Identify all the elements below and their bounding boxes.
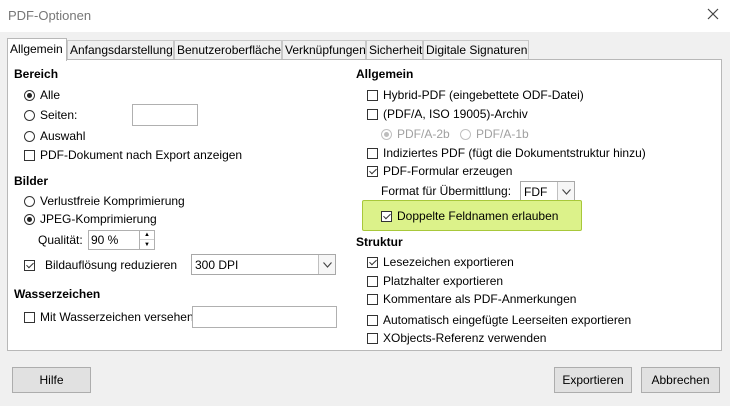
chevron-down-icon[interactable]: [557, 182, 574, 201]
section-bereich-heading: Bereich: [14, 67, 59, 81]
format-value: FDF: [524, 185, 548, 199]
checkbox-indicator[interactable]: [367, 332, 378, 344]
qualitaet-value[interactable]: 90 %: [91, 233, 118, 247]
radio-alle[interactable]: Alle: [24, 87, 60, 103]
section-bilder-heading: Bilder: [14, 174, 49, 188]
wasserzeichen-input[interactable]: [192, 306, 337, 328]
spin-up-icon[interactable]: ▲: [140, 231, 154, 240]
qualitaet-label: Qualität:: [38, 233, 83, 247]
checkbox-indicator[interactable]: [24, 259, 35, 271]
checkbox-platzhalter[interactable]: Platzhalter exportieren: [367, 273, 503, 289]
radio-auswahl[interactable]: Auswahl: [24, 128, 85, 144]
checkbox-indicator[interactable]: [24, 149, 35, 161]
radio-indicator[interactable]: [24, 130, 35, 142]
checkbox-doppelte-feldnamen[interactable]: Doppelte Feldnamen erlauben: [381, 208, 558, 224]
spin-down-icon[interactable]: ▼: [140, 240, 154, 249]
checkbox-indiziertes-pdf[interactable]: Indiziertes PDF (fügt die Dokumentstrukt…: [367, 145, 646, 161]
checkbox-indicator[interactable]: [367, 147, 378, 159]
tab-benutzeroberflaeche[interactable]: Benutzeroberfläche: [174, 40, 282, 60]
section-allgemein-heading: Allgemein: [356, 67, 414, 81]
seiten-input[interactable]: [132, 104, 198, 126]
checkbox-hybrid-pdf[interactable]: Hybrid-PDF (eingebettete ODF-Datei): [367, 87, 584, 103]
checkbox-bildaufloesung-label: Bildauflösung reduzieren: [45, 258, 178, 272]
radio-indicator[interactable]: [460, 128, 471, 140]
checkbox-wasserzeichen-label: Mit Wasserzeichen versehen: [40, 310, 194, 324]
checkbox-indicator[interactable]: [24, 311, 35, 323]
radio-verlustfrei-label: Verlustfreie Komprimierung: [40, 194, 185, 208]
radio-seiten[interactable]: Seiten:: [24, 107, 77, 123]
radio-indicator[interactable]: [381, 128, 392, 140]
checkbox-pdf-formular-label: PDF-Formular erzeugen: [383, 164, 513, 178]
checkbox-indicator[interactable]: [367, 293, 378, 305]
tab-verknuepfungen[interactable]: Verknüpfungen: [282, 40, 366, 60]
radio-indicator[interactable]: [24, 213, 35, 225]
checkbox-indicator[interactable]: [367, 89, 378, 101]
checkbox-lesezeichen[interactable]: Lesezeichen exportieren: [367, 254, 514, 270]
radio-pdfa-2b[interactable]: PDF/A-2b: [381, 126, 450, 142]
radio-pdfa-1b-label: PDF/A-1b: [476, 127, 529, 141]
section-struktur-heading: Struktur: [356, 235, 403, 249]
checkbox-indiziertes-pdf-label: Indiziertes PDF (fügt die Dokumentstrukt…: [383, 146, 646, 160]
dpi-select[interactable]: 300 DPI: [191, 254, 336, 275]
radio-seiten-label: Seiten:: [40, 108, 78, 122]
checkbox-indicator[interactable]: [367, 108, 378, 120]
checkbox-indicator[interactable]: [367, 256, 378, 268]
radio-indicator[interactable]: [24, 89, 35, 101]
tab-allgemein[interactable]: Allgemein: [7, 38, 67, 61]
radio-alle-label: Alle: [40, 88, 61, 102]
checkbox-wasserzeichen[interactable]: Mit Wasserzeichen versehen: [24, 309, 194, 325]
help-button[interactable]: Hilfe: [12, 367, 91, 393]
chevron-down-icon[interactable]: [318, 255, 335, 274]
checkbox-pdfa-archiv-label: (PDF/A, ISO 19005)-Archiv: [383, 107, 528, 121]
radio-pdfa-1b[interactable]: PDF/A-1b: [460, 126, 529, 142]
format-label: Format für Übermittlung:: [381, 184, 512, 198]
checkbox-indicator[interactable]: [367, 275, 378, 287]
title-bar: [0, 0, 730, 32]
checkbox-indicator[interactable]: [367, 314, 378, 326]
checkbox-doppelte-feldnamen-label: Doppelte Feldnamen erlauben: [397, 209, 559, 223]
radio-jpeg[interactable]: JPEG-Komprimierung: [24, 211, 157, 227]
spin-buttons: ▲ ▼: [139, 231, 154, 249]
section-wasserzeichen-heading: Wasserzeichen: [14, 287, 101, 301]
checkbox-leerseiten[interactable]: Automatisch eingefügte Leerseiten export…: [367, 312, 631, 328]
radio-indicator[interactable]: [24, 109, 35, 121]
tab-sicherheit[interactable]: Sicherheit: [366, 40, 423, 60]
cancel-button[interactable]: Abbrechen: [641, 367, 720, 393]
close-icon[interactable]: [704, 5, 722, 23]
checkbox-hybrid-pdf-label: Hybrid-PDF (eingebettete ODF-Datei): [383, 88, 584, 102]
format-select[interactable]: FDF: [520, 181, 575, 202]
checkbox-pdf-nach-export[interactable]: PDF-Dokument nach Export anzeigen: [24, 147, 242, 163]
checkbox-leerseiten-label: Automatisch eingefügte Leerseiten export…: [383, 313, 632, 327]
checkbox-pdfa-archiv[interactable]: (PDF/A, ISO 19005)-Archiv: [367, 106, 528, 122]
checkbox-indicator[interactable]: [381, 210, 392, 222]
qualitaet-spinbox[interactable]: 90 % ▲ ▼: [88, 230, 155, 250]
checkbox-xobjects[interactable]: XObjects-Referenz verwenden: [367, 330, 546, 346]
radio-auswahl-label: Auswahl: [40, 129, 86, 143]
checkbox-bildaufloesung[interactable]: Bildauflösung reduzieren: [24, 257, 177, 273]
export-button[interactable]: Exportieren: [554, 367, 632, 393]
checkbox-pdf-formular[interactable]: PDF-Formular erzeugen: [367, 163, 512, 179]
checkbox-pdf-nach-export-label: PDF-Dokument nach Export anzeigen: [40, 148, 243, 162]
tab-anfangsdarstellung[interactable]: Anfangsdarstellung: [67, 40, 174, 60]
checkbox-lesezeichen-label: Lesezeichen exportieren: [383, 255, 514, 269]
window-title: PDF-Optionen: [8, 8, 92, 23]
radio-verlustfrei[interactable]: Verlustfreie Komprimierung: [24, 193, 185, 209]
checkbox-kommentare[interactable]: Kommentare als PDF-Anmerkungen: [367, 291, 576, 307]
tab-digitale-signaturen[interactable]: Digitale Signaturen: [423, 40, 529, 60]
checkbox-indicator[interactable]: [367, 165, 378, 177]
checkbox-kommentare-label: Kommentare als PDF-Anmerkungen: [383, 292, 577, 306]
radio-pdfa-2b-label: PDF/A-2b: [397, 127, 450, 141]
radio-jpeg-label: JPEG-Komprimierung: [40, 212, 157, 226]
checkbox-xobjects-label: XObjects-Referenz verwenden: [383, 331, 547, 345]
checkbox-platzhalter-label: Platzhalter exportieren: [383, 274, 504, 288]
dpi-value: 300 DPI: [195, 258, 239, 272]
radio-indicator[interactable]: [24, 195, 35, 207]
